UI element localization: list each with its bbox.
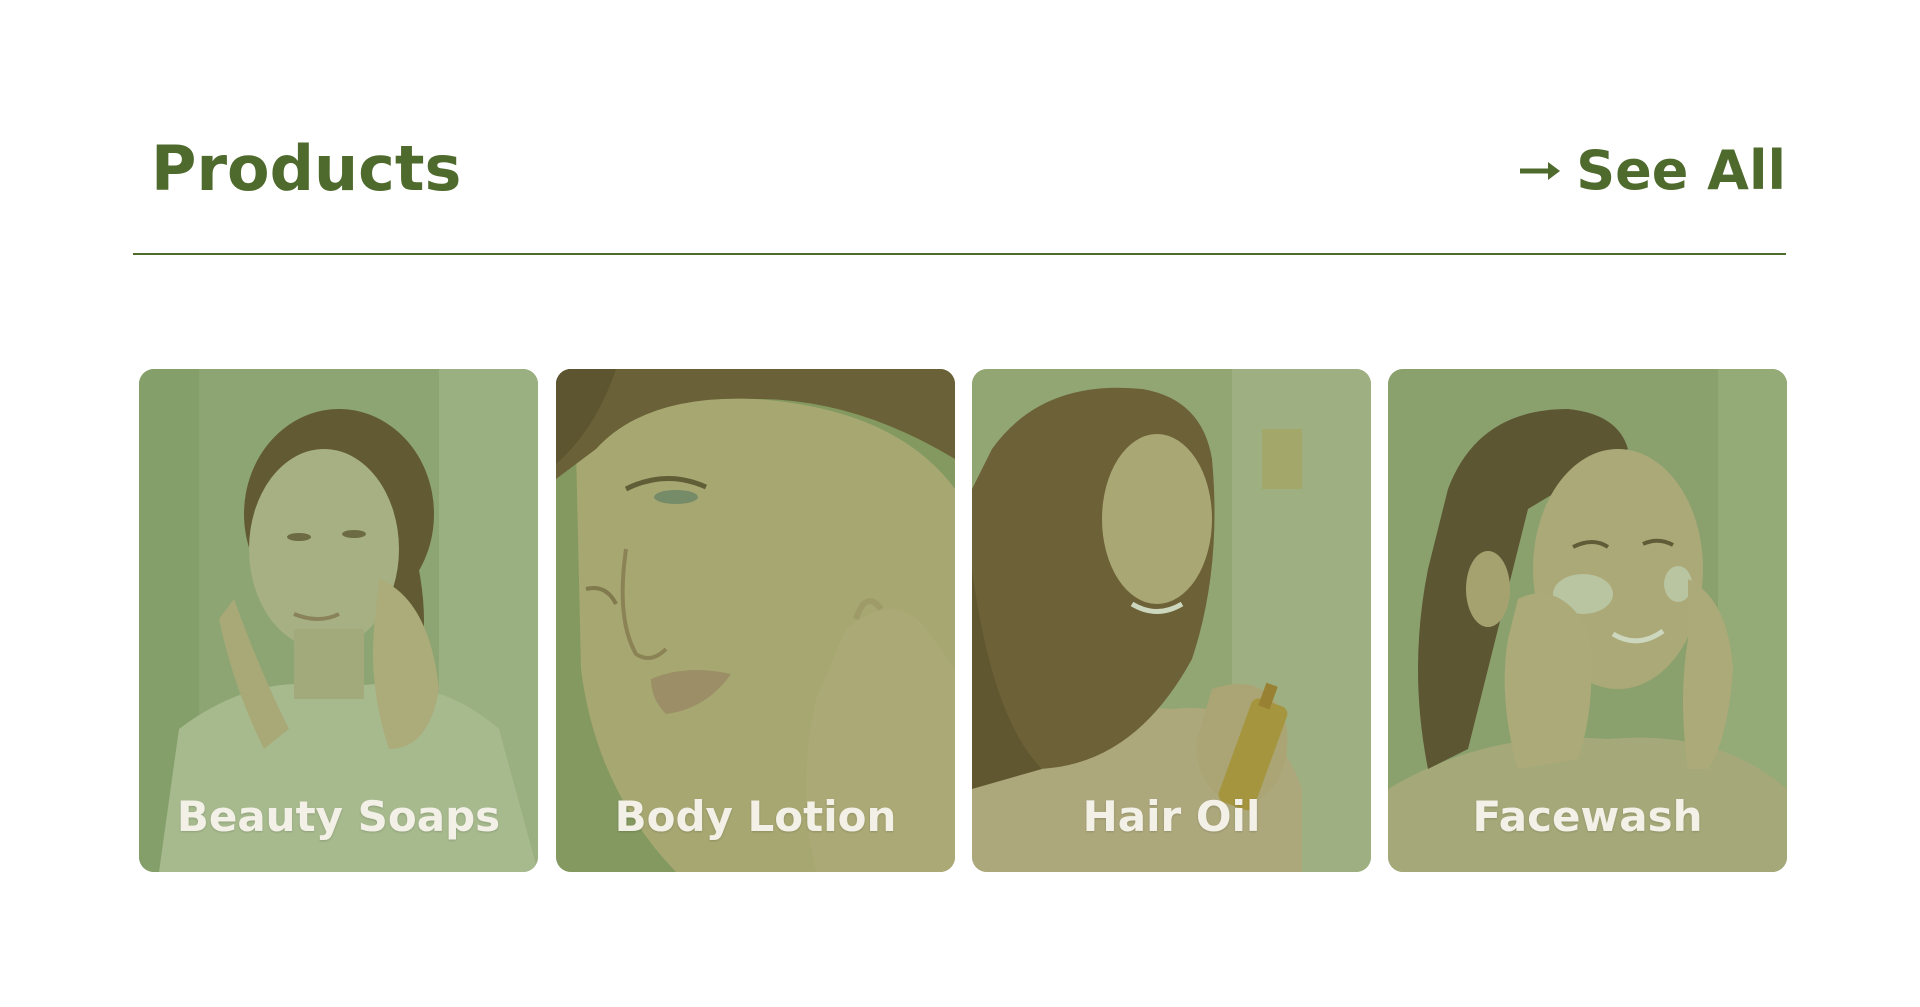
product-label: Hair Oil xyxy=(1082,792,1261,841)
products-section: Products See All Beauty Soaps Body Lotio… xyxy=(0,0,1920,1007)
product-label: Beauty Soaps xyxy=(176,792,501,841)
product-cards: Beauty Soaps Body Lotion Hair Oil Facewa… xyxy=(139,369,1787,872)
products-header: Products See All xyxy=(133,118,1786,258)
product-label: Body Lotion xyxy=(614,792,897,841)
product-card-facewash[interactable]: Facewash xyxy=(1388,369,1787,872)
see-all-label: See All xyxy=(1576,139,1786,202)
section-title: Products xyxy=(151,132,462,205)
product-card-beauty-soaps[interactable]: Beauty Soaps xyxy=(139,369,538,872)
product-card-body-lotion[interactable]: Body Lotion xyxy=(556,369,955,872)
product-label: Facewash xyxy=(1472,792,1703,841)
see-all-link[interactable]: See All xyxy=(1518,144,1786,198)
header-divider xyxy=(133,253,1786,255)
product-card-hair-oil[interactable]: Hair Oil xyxy=(972,369,1371,872)
arrow-right-icon xyxy=(1520,162,1561,180)
